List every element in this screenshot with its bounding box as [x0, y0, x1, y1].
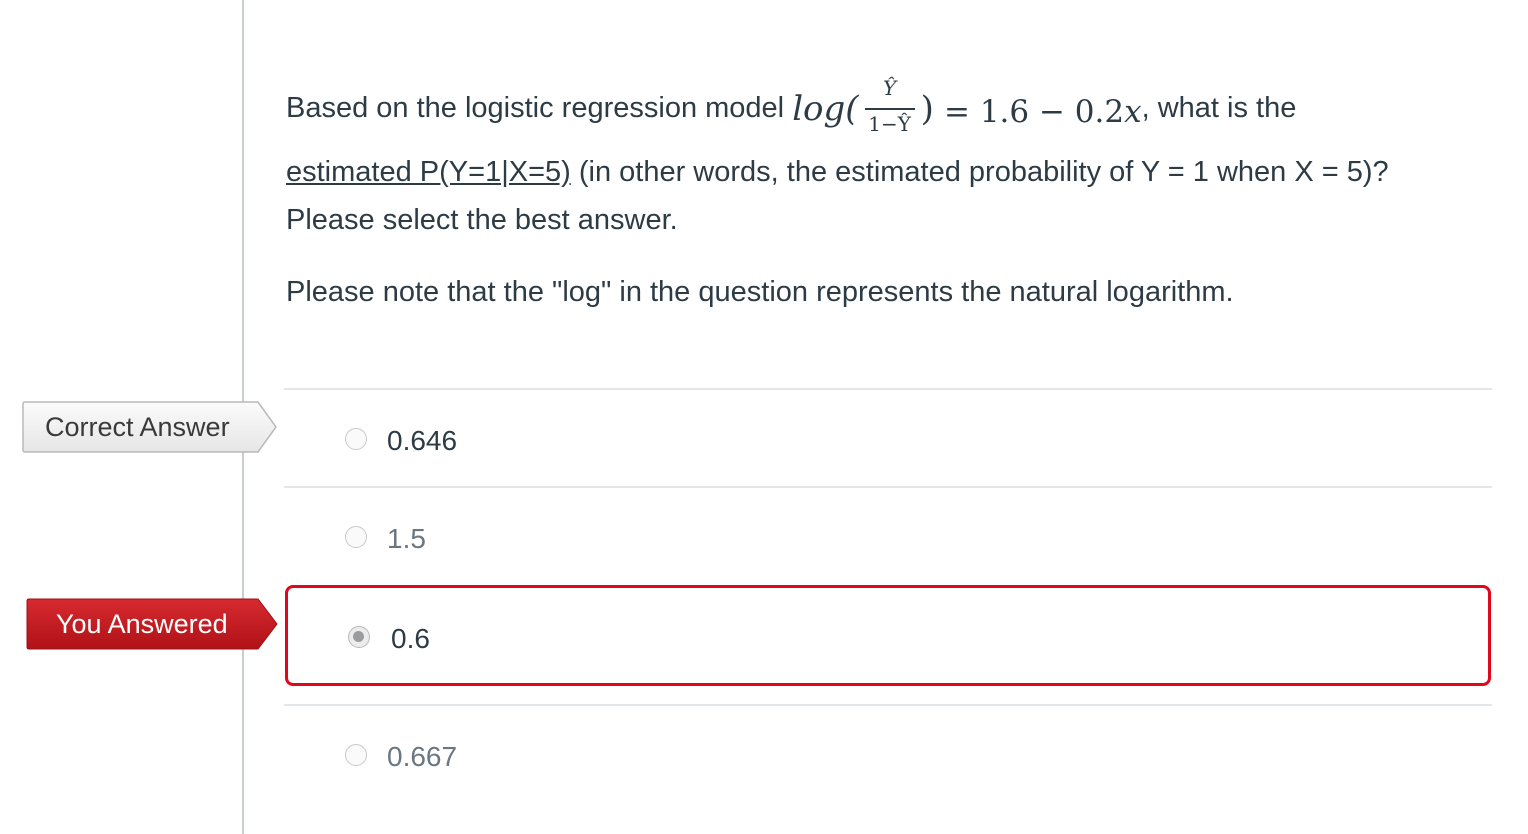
question-prefix: Based on the logistic regression model	[286, 92, 785, 124]
question-instruction: Please select the best answer.	[286, 204, 678, 236]
radio-button[interactable]	[345, 428, 367, 450]
question-suffix: , what is the	[1141, 92, 1297, 124]
answer-label: 0.646	[387, 425, 458, 456]
math-log: log(	[792, 89, 859, 129]
you-answered-label: You Answered	[56, 609, 228, 639]
math-numerator: Ŷ	[882, 76, 897, 100]
answer-option-1[interactable]: 0.646	[284, 390, 1492, 488]
math-rhs: = 1.6 − 0.2	[944, 94, 1125, 130]
math-fraction: Ŷ 1−Ŷ	[861, 78, 919, 142]
question-underlined: estimated P(Y=1|X=5)	[286, 156, 571, 188]
radio-button[interactable]	[345, 526, 367, 548]
selected-answer-highlight	[285, 585, 1491, 686]
math-denominator: 1−Ŷ	[868, 112, 911, 136]
fraction-bar	[864, 108, 915, 110]
math-expression: log( Ŷ 1−Ŷ ) = 1.6 − 0.2x	[792, 78, 1141, 142]
you-answered-flag: You Answered	[26, 598, 278, 650]
question-line-2-rest: (in other words, the estimated probabili…	[570, 156, 1389, 188]
correct-answer-label: Correct Answer	[45, 412, 230, 442]
correct-answer-flag: Correct Answer	[22, 401, 278, 453]
answer-option-2[interactable]: 1.5	[284, 488, 1492, 584]
answer-label: 1.5	[387, 523, 426, 554]
answer-option-4[interactable]: 0.667	[284, 706, 1492, 806]
math-close-paren: )	[920, 89, 934, 129]
question-line-1: Based on the logistic regression model l…	[286, 78, 1296, 142]
radio-button[interactable]	[345, 744, 367, 766]
answer-label: 0.667	[387, 741, 458, 772]
math-variable: x	[1124, 94, 1142, 130]
question-note: Please note that the "log" in the questi…	[286, 276, 1234, 308]
question-line-2: estimated P(Y=1|X=5) (in other words, th…	[286, 158, 1389, 187]
